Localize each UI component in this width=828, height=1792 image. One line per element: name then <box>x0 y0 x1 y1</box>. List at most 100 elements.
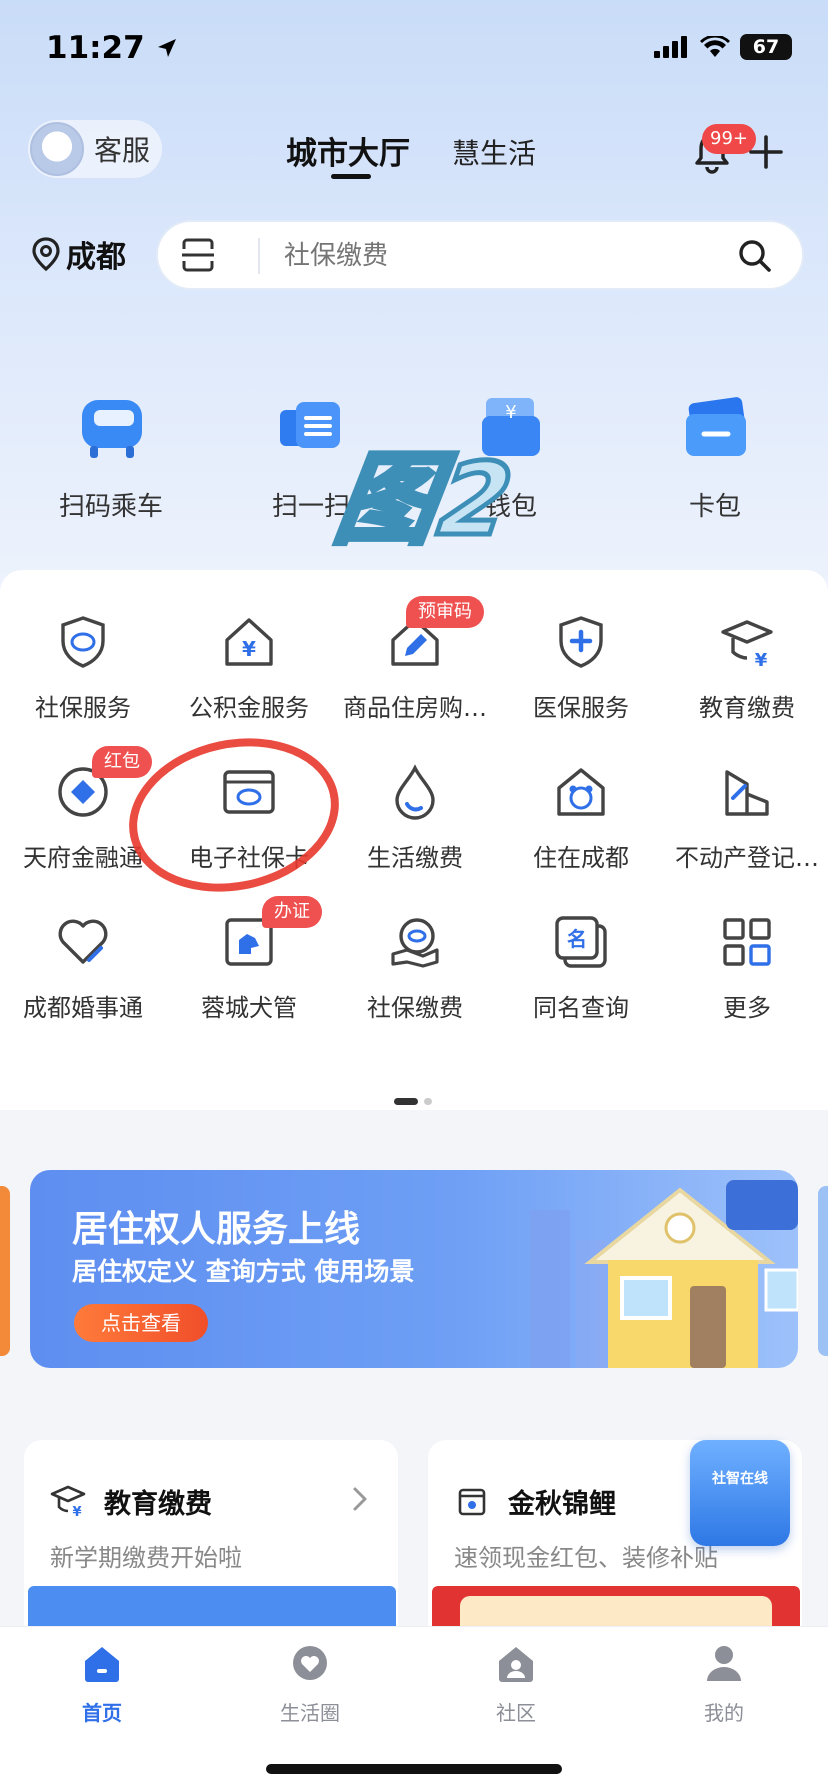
red-packet-badge: 红包 <box>92 746 152 778</box>
preaudit-badge: 预审码 <box>406 596 484 628</box>
license-badge: 办证 <box>262 896 322 928</box>
grid-item-label: 住在成都 <box>533 844 629 872</box>
card-subtitle: 新学期缴费开始啦 <box>50 1544 242 1572</box>
grid-item-label: 同名查询 <box>533 994 629 1022</box>
tab-city-hall[interactable]: 城市大厅 <box>286 128 410 173</box>
svg-text:¥: ¥ <box>242 637 256 661</box>
grid-item-label: 公积金服务 <box>189 694 309 722</box>
quick-action-label: 卡包 <box>688 492 741 522</box>
grid-item-name-query[interactable]: 名 同名查询 <box>498 914 664 1023</box>
medical-shield-icon <box>559 616 603 668</box>
graduation-icon: ¥ <box>721 620 773 671</box>
shield-icon <box>61 616 105 668</box>
heart-icon <box>58 919 108 964</box>
chevron-right-icon[interactable] <box>348 1484 372 1514</box>
home-icon <box>85 1647 119 1682</box>
grid-item-real-estate[interactable]: 不动产登记… <box>664 764 828 873</box>
banner-subtitle: 居住权定义 查询方式 使用场景 <box>72 1257 415 1286</box>
quick-action-label: 扫码乘车 <box>58 492 163 522</box>
active-tab-indicator <box>331 174 371 179</box>
status-indicators: 67 <box>654 34 792 60</box>
card-title: 教育缴费 <box>104 1489 212 1520</box>
floating-promo-label: 社智在线 <box>712 1471 768 1487</box>
grid-item-education-pay[interactable]: ¥ 教育缴费 <box>664 614 828 723</box>
grid-item-label: 不动产登记… <box>675 844 819 872</box>
service-grid: 社保服务 ¥ 公积金服务 商品住房购… 医保服务 ¥ 教育缴费 天府金融通 电子… <box>0 570 828 1110</box>
banner-title: 居住权人服务上线 <box>72 1209 361 1250</box>
banner-next-peek[interactable] <box>818 1186 828 1356</box>
grid-item-label: 生活缴费 <box>367 844 463 872</box>
page-dot <box>424 1098 432 1105</box>
grid-item-commercial-housing[interactable]: 商品住房购… <box>332 614 498 723</box>
top-header: 客服 城市大厅 慧生活 99+ <box>0 118 828 184</box>
grid-item-label: 社保缴费 <box>367 994 463 1022</box>
grid-item-social-security[interactable]: 社保服务 <box>0 614 166 723</box>
svg-text:¥: ¥ <box>755 650 768 670</box>
customer-service-button[interactable]: 客服 <box>28 120 162 178</box>
svg-text:¥: ¥ <box>72 1505 81 1518</box>
time-text: 11:27 <box>46 30 145 66</box>
floating-promo-button[interactable]: 社智在线 <box>690 1440 790 1546</box>
house-illustration <box>530 1180 798 1368</box>
bus-icon <box>82 400 142 458</box>
tab-mine[interactable]: 我的 <box>664 1643 784 1726</box>
grid-item-utility-pay[interactable]: 生活缴费 <box>332 764 498 873</box>
grid-item-housing-fund[interactable]: ¥ 公积金服务 <box>166 614 332 723</box>
home-indicator <box>266 1764 562 1774</box>
social-pay-icon <box>391 918 439 968</box>
search-bar[interactable] <box>156 220 804 290</box>
grid-item-dog-management[interactable]: 蓉城犬管 <box>166 914 332 1023</box>
grid-more-icon <box>723 918 771 966</box>
quick-action-cards[interactable]: 卡包 <box>620 396 810 523</box>
quick-action-bus[interactable]: 扫码乘车 <box>16 396 206 523</box>
search-input[interactable] <box>284 234 704 278</box>
promo-banner[interactable]: 居住权人服务上线 居住权定义 查询方式 使用场景 点击查看 <box>30 1170 798 1368</box>
tab-label: 首页 <box>82 1701 122 1725</box>
grid-item-live-in-chengdu[interactable]: 住在成都 <box>498 764 664 873</box>
card-subtitle: 速领现金红包、装修补贴 <box>454 1544 718 1572</box>
grid-item-label: 更多 <box>723 994 771 1022</box>
graduation-icon: ¥ <box>50 1485 86 1518</box>
page-indicator <box>394 1098 432 1105</box>
service-avatar-icon <box>30 122 84 176</box>
city-selector[interactable]: 成都 <box>30 232 126 276</box>
tab-home[interactable]: 首页 <box>42 1643 162 1726</box>
card-title: 金秋锦鲤 <box>508 1489 616 1520</box>
figure-watermark: 图2 <box>326 439 525 561</box>
user-icon <box>707 1646 741 1681</box>
banner-view-button[interactable]: 点击查看 <box>74 1304 208 1342</box>
grid-item-medical-insurance[interactable]: 医保服务 <box>498 614 664 723</box>
page-dot-active <box>394 1098 418 1105</box>
tab-label: 生活圈 <box>280 1701 340 1725</box>
panda-house-icon <box>557 768 605 816</box>
tab-community[interactable]: 社区 <box>456 1643 576 1726</box>
search-divider <box>258 238 260 274</box>
house-yuan-icon: ¥ <box>225 618 273 666</box>
signal-icon <box>654 36 687 58</box>
grid-item-marriage[interactable]: 成都婚事通 <box>0 914 166 1023</box>
grid-item-social-security-pay[interactable]: 社保缴费 <box>332 914 498 1023</box>
search-icon[interactable] <box>736 237 774 275</box>
wifi-icon <box>700 36 730 57</box>
grid-item-label: 商品住房购… <box>343 694 487 722</box>
community-icon <box>499 1647 533 1682</box>
grid-item-label: 教育缴费 <box>699 694 795 722</box>
banner-prev-peek[interactable] <box>0 1186 10 1356</box>
plus-icon[interactable] <box>748 134 784 170</box>
tab-smart-life[interactable]: 慧生活 <box>452 132 536 172</box>
city-name: 成都 <box>66 240 126 275</box>
grid-item-label: 蓉城犬管 <box>201 994 297 1022</box>
scan-code-icon[interactable] <box>180 237 216 273</box>
location-arrow-icon <box>158 39 177 57</box>
grid-item-label: 社保服务 <box>35 694 131 722</box>
svg-text:名: 名 <box>567 927 587 951</box>
tab-life-circle[interactable]: 生活圈 <box>250 1643 370 1726</box>
scan-icon <box>280 402 340 448</box>
building-icon <box>725 770 769 816</box>
status-time: 11:27 <box>46 30 179 66</box>
location-pin-icon <box>32 237 60 272</box>
grid-item-more[interactable]: 更多 <box>664 914 828 1023</box>
service-label: 客服 <box>94 134 151 167</box>
battery-indicator: 67 <box>740 34 792 60</box>
card-icon <box>686 397 746 456</box>
